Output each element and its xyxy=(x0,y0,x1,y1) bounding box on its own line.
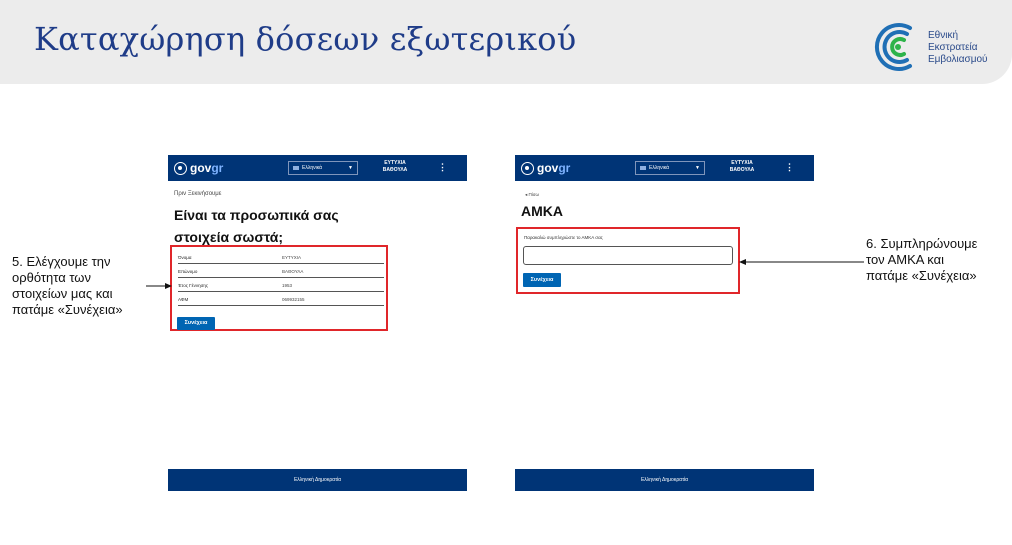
govgr-emblem-icon xyxy=(174,161,187,175)
flag-icon xyxy=(640,165,646,170)
logo-line: Εμβολιασμού xyxy=(928,54,988,65)
row-value: 069932155 xyxy=(282,297,305,302)
govgr-header: govgr Ελληνικά ▼ ΕΥΤΥΧΙΑ ΒΑΘΟΥΛΑ ⋮ xyxy=(168,155,467,181)
row-label: Όνομα xyxy=(178,255,192,260)
chevron-down-icon: ▼ xyxy=(348,165,353,171)
more-menu-icon[interactable]: ⋮ xyxy=(785,162,794,172)
row-label: Επώνυμο xyxy=(178,269,198,274)
govgr-header: govgr Ελληνικά ▼ ΕΥΤΥΧΙΑ ΒΑΘΟΥΛΑ ⋮ xyxy=(515,155,814,181)
govgr-footer: Ελληνική Δημοκρατία xyxy=(515,469,814,491)
amka-field-label: Παρακαλώ συμπληρώστε το ΑΜΚΑ σας xyxy=(524,235,603,240)
language-value: Ελληνικά xyxy=(649,165,670,171)
row-value: ΒΑΘΟΥΛΑ xyxy=(282,269,304,274)
user-name[interactable]: ΕΥΤΥΧΙΑ ΒΑΘΟΥΛΑ xyxy=(727,160,757,174)
details-row: Έτος Γέννησης 1953 xyxy=(178,278,384,292)
step-5-arrow xyxy=(146,283,172,289)
continue-button[interactable]: Συνέχεια xyxy=(523,273,561,287)
details-row: ΑΦΜ 069932155 xyxy=(178,292,384,306)
chevron-down-icon: ▼ xyxy=(695,165,700,171)
govgr-emblem-icon xyxy=(521,161,534,175)
language-value: Ελληνικά xyxy=(302,165,323,171)
row-value: 1953 xyxy=(282,283,293,288)
govgr-wordmark: govgr xyxy=(190,161,224,175)
back-link[interactable]: ◂ Πίσω xyxy=(525,192,539,198)
govgr-logo[interactable]: govgr xyxy=(174,160,223,176)
personal-details-screen: govgr Ελληνικά ▼ ΕΥΤΥΧΙΑ ΒΑΘΟΥΛΑ ⋮ Πριν … xyxy=(168,155,467,491)
step-5-callout: 5. Ελέγχουμε την ορθότητα των στοιχείων … xyxy=(12,254,123,317)
highlight-box: Παρακαλώ συμπληρώστε το ΑΜΚΑ σας Συνέχει… xyxy=(516,227,740,294)
breadcrumb: Πριν Ξεκινήσουμε xyxy=(174,191,222,197)
logo-line: Εθνική xyxy=(928,30,959,41)
logo-text: Εθνική Εκστρατεία Εμβολιασμού xyxy=(928,30,988,66)
row-label: ΑΦΜ xyxy=(178,297,189,302)
user-name[interactable]: ΕΥΤΥΧΙΑ ΒΑΘΟΥΛΑ xyxy=(380,160,410,174)
logo-line: Εκστρατεία xyxy=(928,42,978,53)
more-menu-icon[interactable]: ⋮ xyxy=(438,162,447,172)
continue-button[interactable]: Συνέχεια xyxy=(177,317,215,330)
step-6-callout: 6. Συμπληρώνουμε τον ΑΜΚΑ και πατάμε «Συ… xyxy=(866,236,978,283)
govgr-logo[interactable]: govgr xyxy=(521,160,570,176)
chevron-left-icon: ◂ xyxy=(525,192,528,197)
step-6-arrow xyxy=(739,259,864,265)
flag-icon xyxy=(293,165,299,170)
amka-screen: govgr Ελληνικά ▼ ΕΥΤΥΧΙΑ ΒΑΘΟΥΛΑ ⋮ ◂ Πίσ… xyxy=(515,155,814,491)
row-label: Έτος Γέννησης xyxy=(178,283,209,288)
slide: Καταχώρηση δόσεων εξωτερικού Εθνική Εκστ… xyxy=(0,0,1012,545)
slide-title: Καταχώρηση δόσεων εξωτερικού xyxy=(34,20,577,58)
details-row: Επώνυμο ΒΑΘΟΥΛΑ xyxy=(178,264,384,278)
govgr-wordmark: govgr xyxy=(537,161,571,175)
vaccination-campaign-logo: Εθνική Εκστρατεία Εμβολιασμού xyxy=(874,20,1004,74)
details-row: Όνομα ΕΥΤΥΧΙΑ xyxy=(178,250,384,264)
page-title: Είναι τα προσωπικά σας στοιχεία σωστά; xyxy=(174,207,339,245)
highlight-box: Όνομα ΕΥΤΥΧΙΑ Επώνυμο ΒΑΘΟΥΛΑ Έτος Γέννη… xyxy=(170,245,388,331)
govgr-footer: Ελληνική Δημοκρατία xyxy=(168,469,467,491)
page-title: ΑΜΚΑ xyxy=(521,203,563,219)
language-select[interactable]: Ελληνικά ▼ xyxy=(288,161,358,175)
amka-input[interactable] xyxy=(523,246,733,265)
back-label: Πίσω xyxy=(528,192,540,197)
campaign-logo-icon xyxy=(874,23,912,71)
row-value: ΕΥΤΥΧΙΑ xyxy=(282,255,302,260)
language-select[interactable]: Ελληνικά ▼ xyxy=(635,161,705,175)
